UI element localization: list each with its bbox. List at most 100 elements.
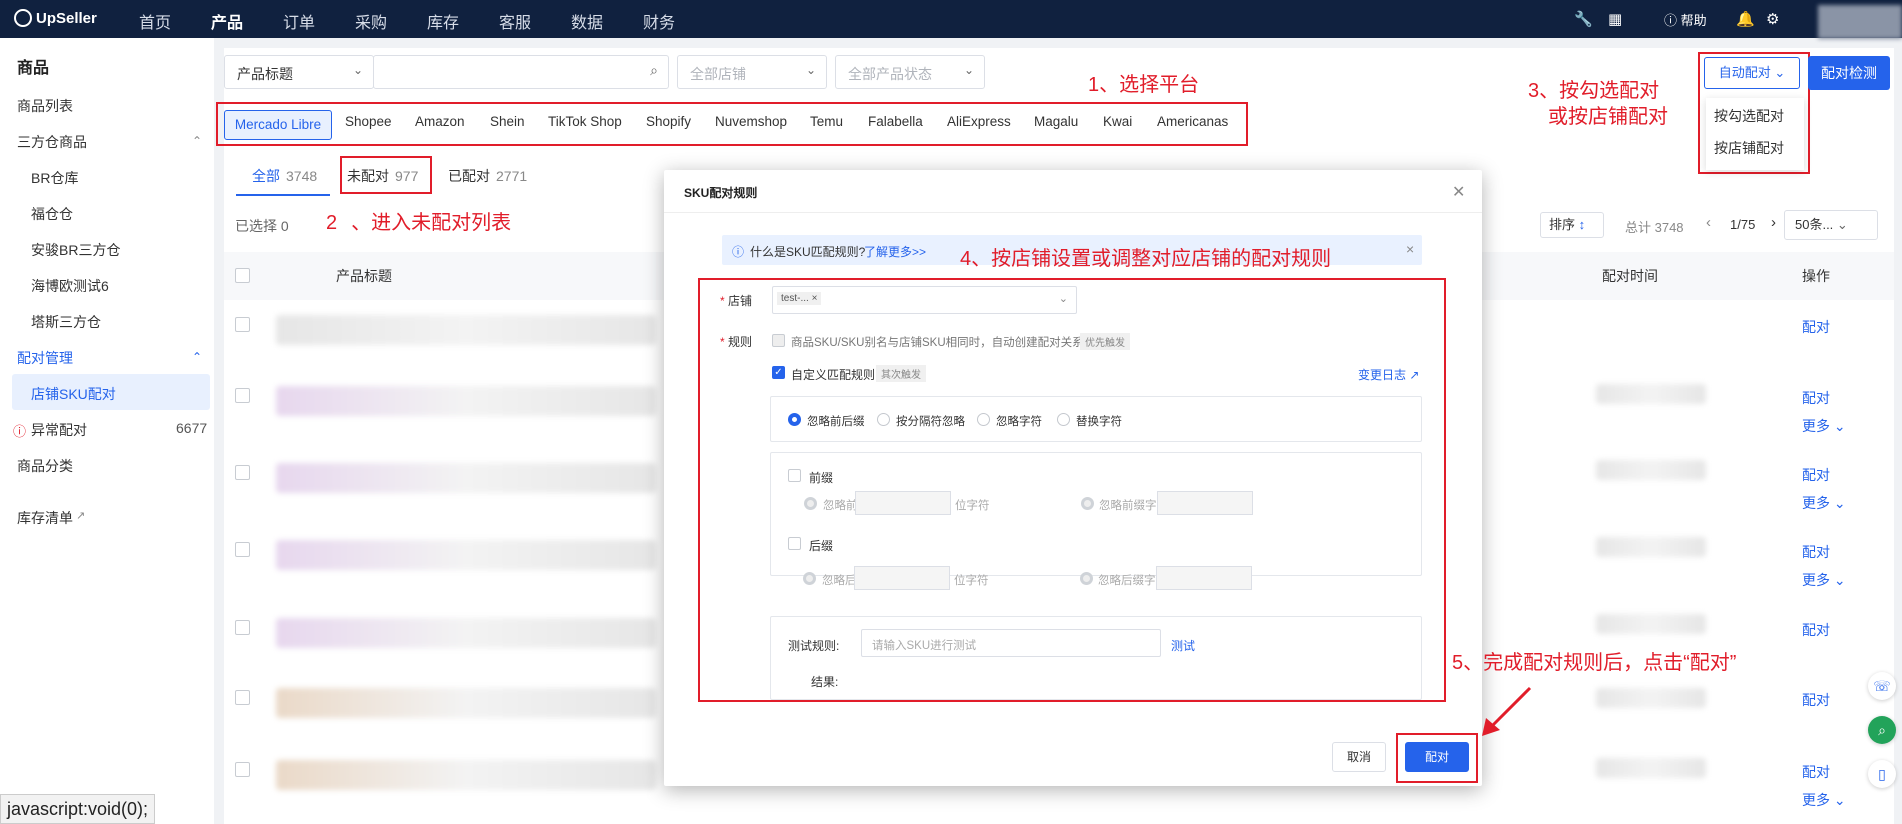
gear-icon[interactable]: ⚙: [1766, 10, 1779, 28]
platform-americanas[interactable]: Americanas: [1157, 114, 1228, 136]
sidebar-item-tas-3pl[interactable]: 塔斯三方仓: [31, 312, 101, 332]
confirm-pair-button[interactable]: 配对: [1405, 742, 1469, 772]
close-icon[interactable]: ×: [1406, 241, 1414, 257]
platform-tiktok-shop[interactable]: TikTok Shop: [548, 114, 622, 136]
test-button[interactable]: 测试: [1171, 637, 1195, 654]
nav-orders[interactable]: 订单: [283, 9, 315, 33]
nav-purchase[interactable]: 采购: [355, 9, 387, 33]
bell-icon[interactable]: 🔔: [1736, 10, 1755, 28]
nav-data[interactable]: 数据: [571, 9, 603, 33]
pair-link[interactable]: 配对: [1802, 620, 1830, 640]
store-select[interactable]: test-... × ⌄: [772, 286, 1077, 314]
close-icon[interactable]: ✕: [1452, 182, 1465, 202]
pair-link[interactable]: 配对: [1802, 465, 1830, 485]
suffix-checkbox[interactable]: [788, 537, 801, 550]
search-icon[interactable]: ⌕: [650, 62, 658, 79]
store-tag: test-... ×: [777, 292, 822, 305]
nav-products[interactable]: 产品: [211, 9, 243, 33]
more-link[interactable]: 更多 ⌄: [1802, 570, 1846, 590]
radio-ignore-affix[interactable]: [788, 413, 801, 426]
learn-more-link[interactable]: 了解更多>>: [864, 243, 926, 260]
sidebar-item-inventory-list[interactable]: 库存清单: [17, 508, 73, 528]
nav-inventory[interactable]: 库存: [427, 9, 459, 33]
search-input[interactable]: ⌕: [373, 55, 669, 89]
menu-item-pair-selected[interactable]: 按勾选配对: [1714, 106, 1784, 126]
menu-item-pair-by-store[interactable]: 按店铺配对: [1714, 138, 1784, 158]
nav-service[interactable]: 客服: [499, 9, 531, 33]
cancel-button[interactable]: 取消: [1332, 742, 1386, 772]
pair-link[interactable]: 配对: [1802, 762, 1830, 782]
tab-unpaired[interactable]: 未配对 977: [347, 166, 418, 186]
suffix-chars-input: [1156, 566, 1252, 590]
apps-grid-icon[interactable]: ▦: [1608, 10, 1622, 28]
row-checkbox[interactable]: [235, 465, 250, 480]
radio-ignore-chars[interactable]: [977, 413, 990, 426]
chevron-up-icon[interactable]: ⌃: [192, 350, 202, 364]
pair-link[interactable]: 配对: [1802, 690, 1830, 710]
platform-temu[interactable]: Temu: [810, 114, 843, 136]
platform-nuvemshop[interactable]: Nuvemshop: [715, 114, 787, 136]
pair-link[interactable]: 配对: [1802, 542, 1830, 562]
prefix-checkbox[interactable]: [788, 469, 801, 482]
radio-replace-chars[interactable]: [1057, 413, 1070, 426]
pair-link[interactable]: 配对: [1802, 388, 1830, 408]
test-sku-input[interactable]: 请输入SKU进行测试: [861, 629, 1161, 657]
avatar[interactable]: [1818, 5, 1902, 39]
tools-icon[interactable]: 🔧: [1574, 10, 1593, 28]
tab-paired[interactable]: 已配对 2771: [448, 166, 527, 186]
field-select[interactable]: 产品标题 ⌄: [224, 55, 374, 89]
row-checkbox[interactable]: [235, 762, 250, 777]
platform-amazon[interactable]: Amazon: [415, 114, 465, 136]
row-checkbox[interactable]: [235, 388, 250, 403]
auto-pair-button[interactable]: 自动配对 ⌄: [1704, 57, 1800, 89]
store-select[interactable]: 全部店铺 ⌄: [677, 55, 827, 89]
nav-home[interactable]: 首页: [139, 9, 171, 33]
row-checkbox[interactable]: [235, 690, 250, 705]
sidebar-item-pair-management[interactable]: 配对管理: [17, 348, 73, 368]
platform-falabella[interactable]: Falabella: [868, 114, 923, 136]
sidebar-item-anjun-br[interactable]: 安骏BR三方仓: [31, 240, 120, 260]
status-select[interactable]: 全部产品状态 ⌄: [835, 55, 985, 89]
nav-finance[interactable]: 财务: [643, 9, 675, 33]
platform-shein[interactable]: Shein: [490, 114, 525, 136]
sidebar-item-br-warehouse[interactable]: BR仓库: [31, 168, 78, 188]
sidebar-item-haibo-test[interactable]: 海博欧测试6: [31, 276, 109, 296]
platform-magalu[interactable]: Magalu: [1034, 114, 1078, 136]
chevron-up-icon[interactable]: ⌃: [192, 134, 202, 148]
platform-aliexpress[interactable]: AliExpress: [947, 114, 1011, 136]
platform-kwai[interactable]: Kwai: [1103, 114, 1132, 136]
select-all-checkbox[interactable]: [235, 268, 250, 283]
row-checkbox[interactable]: [235, 317, 250, 332]
help-link[interactable]: ⓘ 帮助: [1664, 10, 1707, 29]
sidebar-item-categories[interactable]: 商品分类: [17, 456, 73, 476]
pair-link[interactable]: 配对: [1802, 317, 1830, 337]
custom-rule-checkbox[interactable]: ✓: [772, 366, 785, 379]
more-link[interactable]: 更多 ⌄: [1802, 416, 1846, 436]
sidebar-item-anomaly-pair[interactable]: 异常配对: [31, 420, 87, 440]
sidebar-item-fu-warehouse[interactable]: 福仓仓: [31, 204, 73, 224]
row-checkbox[interactable]: [235, 542, 250, 557]
pair-check-button[interactable]: 配对检测: [1808, 56, 1890, 90]
change-log-link[interactable]: 变更日志 ↗: [1358, 366, 1419, 383]
sidebar-item-3pl-products[interactable]: 三方仓商品: [17, 132, 87, 152]
sidebar-item-store-sku-pair[interactable]: 店铺SKU配对: [31, 384, 116, 404]
more-link[interactable]: 更多 ⌄: [1802, 790, 1846, 810]
pair-time-cell: [1596, 384, 1706, 404]
sort-button[interactable]: 排序 ↕: [1540, 212, 1604, 238]
page-size-select[interactable]: 50条... ⌄: [1784, 210, 1878, 240]
phone-icon[interactable]: ▯: [1868, 760, 1896, 788]
platform-shopee[interactable]: Shopee: [345, 114, 392, 136]
app-logo[interactable]: UpSeller: [14, 9, 97, 27]
more-link[interactable]: 更多 ⌄: [1802, 493, 1846, 513]
next-page-icon[interactable]: ›: [1771, 214, 1776, 231]
search-icon[interactable]: ⌕: [1868, 716, 1896, 744]
close-icon[interactable]: ×: [812, 293, 818, 304]
row-checkbox[interactable]: [235, 620, 250, 635]
platform-mercado-libre[interactable]: Mercado Libre: [224, 110, 332, 140]
tab-all[interactable]: 全部 3748: [252, 166, 317, 186]
radio-separator[interactable]: [877, 413, 890, 426]
prev-page-icon[interactable]: ‹: [1706, 214, 1711, 231]
headset-icon[interactable]: ☏: [1868, 672, 1896, 700]
sidebar-item-product-list[interactable]: 商品列表: [17, 96, 73, 116]
platform-shopify[interactable]: Shopify: [646, 114, 691, 136]
